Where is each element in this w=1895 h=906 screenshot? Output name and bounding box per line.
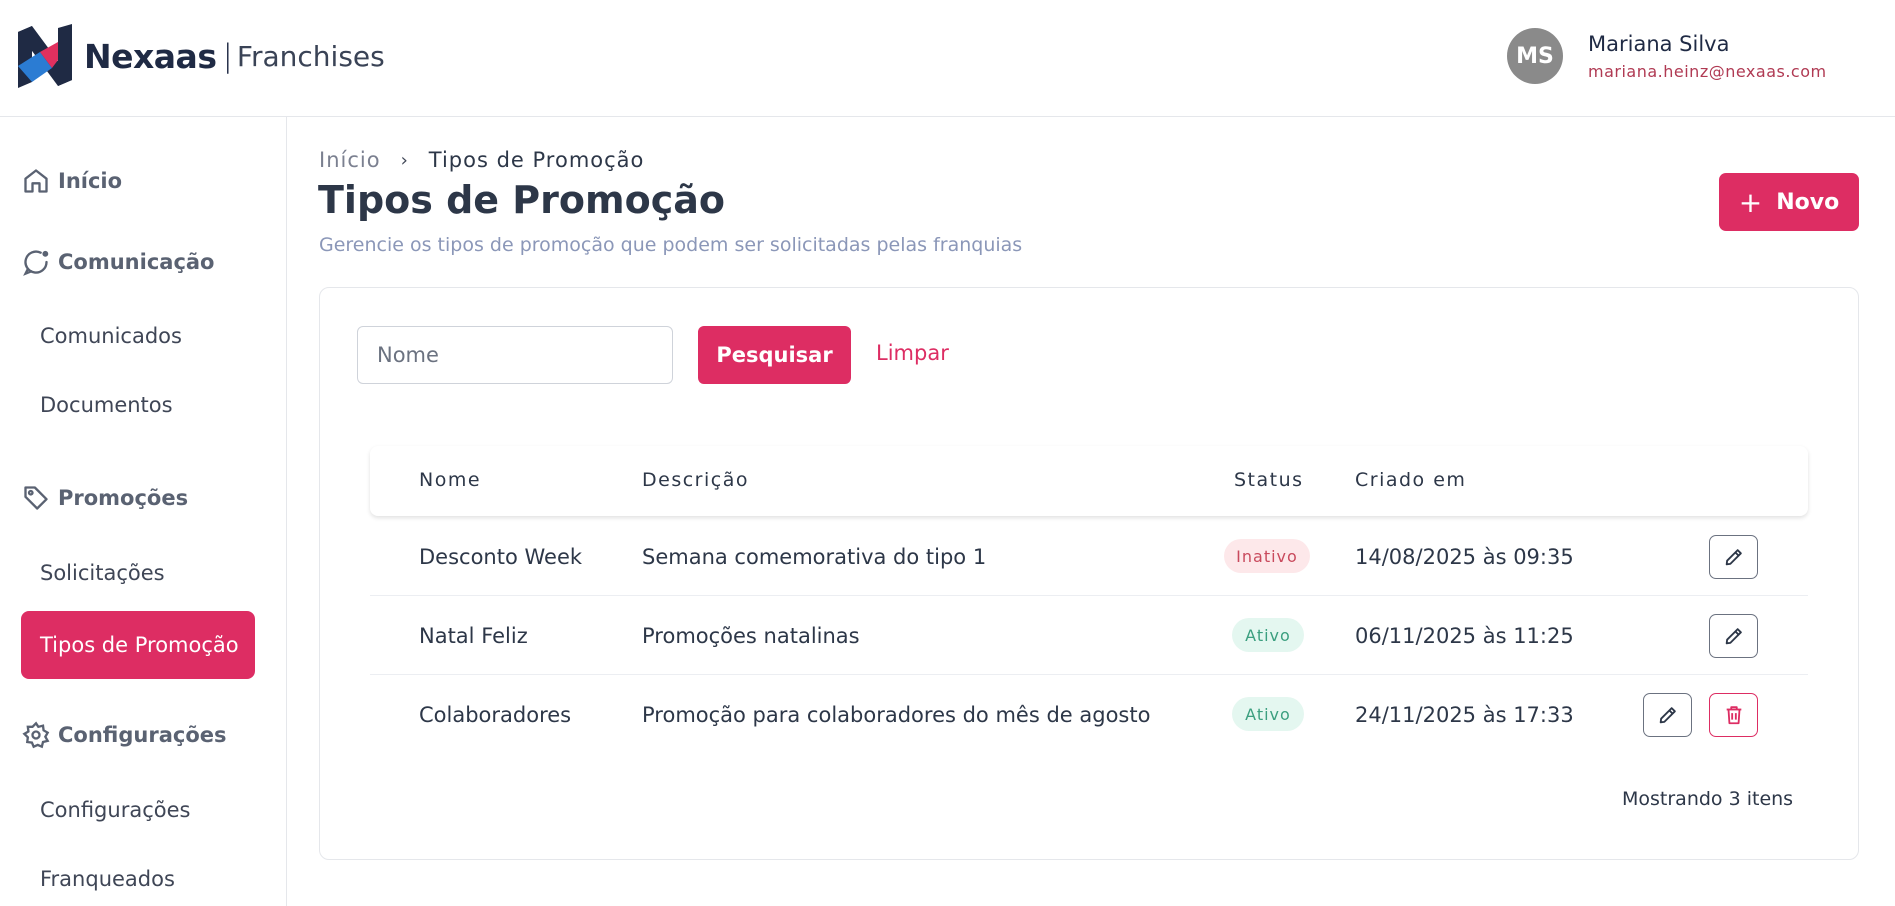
cell-created: 14/08/2025 às 09:35 (1355, 544, 1574, 569)
gear-icon (22, 721, 50, 749)
app-logo[interactable]: Nexaas | Franchises (14, 24, 385, 88)
home-icon (24, 169, 48, 193)
clear-link[interactable]: Limpar (876, 341, 949, 365)
cell-description: Semana comemorativa do tipo 1 (642, 544, 987, 569)
sidebar-group-label: Comunicação (58, 250, 215, 274)
delete-button[interactable] (1709, 693, 1758, 737)
sidebar: Início Comunicação Comunicados Documento… (0, 117, 287, 906)
table-row: Desconto Week Semana comemorativa do tip… (370, 517, 1808, 596)
cell-name: Colaboradores (419, 702, 572, 727)
sidebar-group-promocoes[interactable]: Promoções (22, 484, 188, 512)
edit-button[interactable] (1709, 614, 1758, 658)
new-button[interactable]: + Novo (1719, 173, 1859, 231)
sidebar-item-documentos[interactable]: Documentos (40, 393, 173, 417)
breadcrumb-home[interactable]: Início (319, 148, 381, 172)
brand-name: Nexaas (84, 36, 217, 76)
pencil-icon (1725, 549, 1742, 566)
chevron-right-icon: › (400, 149, 409, 171)
items-count: Mostrando 3 itens (1622, 788, 1794, 810)
trash-icon (1726, 706, 1741, 725)
sidebar-group-comunicacao[interactable]: Comunicação (22, 248, 215, 276)
tag-icon (24, 486, 48, 510)
sidebar-item-solicitacoes[interactable]: Solicitações (40, 561, 165, 585)
cell-name: Natal Feliz (419, 623, 528, 648)
user-menu[interactable]: MS Mariana Silva mariana.heinz@nexaas.co… (1507, 28, 1827, 84)
plus-icon: + (1738, 185, 1763, 219)
status-badge: Ativo (1232, 697, 1304, 731)
column-header-nome: Nome (419, 469, 482, 491)
page-subtitle: Gerencie os tipos de promoção que podem … (319, 234, 1023, 256)
column-header-descricao: Descrição (642, 469, 749, 491)
search-button[interactable]: Pesquisar (698, 326, 851, 384)
user-email: mariana.heinz@nexaas.com (1588, 61, 1827, 81)
cell-created: 06/11/2025 às 11:25 (1355, 623, 1574, 648)
sidebar-group-label: Configurações (58, 723, 227, 747)
nexaas-logo-icon (18, 24, 72, 88)
brand-subtitle: Franchises (236, 39, 385, 73)
brand-separator: | (222, 38, 233, 74)
sidebar-item-inicio[interactable]: Início (22, 167, 122, 195)
table-row: Natal Feliz Promoções natalinas Ativo 06… (370, 596, 1808, 675)
sidebar-item-comunicados[interactable]: Comunicados (40, 324, 182, 348)
column-header-criado-em: Criado em (1355, 469, 1467, 491)
sidebar-group-label: Promoções (58, 486, 189, 510)
sidebar-group-configuracoes[interactable]: Configurações (22, 721, 226, 749)
pencil-icon (1725, 628, 1742, 645)
chat-icon (23, 250, 49, 276)
user-info: Mariana Silva mariana.heinz@nexaas.com (1588, 32, 1827, 81)
user-name: Mariana Silva (1588, 31, 1730, 56)
pencil-icon (1659, 707, 1676, 724)
breadcrumb: Início › Tipos de Promoção (319, 148, 644, 172)
sidebar-item-configuracoes[interactable]: Configurações (40, 798, 190, 822)
cell-created: 24/11/2025 às 17:33 (1355, 702, 1574, 727)
page-title: Tipos de Promoção (318, 178, 725, 222)
table-row: Colaboradores Promoção para colaboradore… (370, 675, 1808, 754)
cell-description: Promoção para colaboradores do mês de ag… (642, 702, 1151, 727)
edit-button[interactable] (1709, 535, 1758, 579)
top-header: Nexaas | Franchises MS Mariana Silva mar… (0, 0, 1895, 117)
search-input[interactable] (357, 326, 673, 384)
avatar[interactable]: MS (1507, 28, 1563, 84)
column-header-status: Status (1234, 469, 1304, 491)
new-button-label: Novo (1776, 189, 1840, 215)
status-badge: Ativo (1232, 618, 1304, 652)
breadcrumb-current: Tipos de Promoção (428, 148, 645, 172)
cell-description: Promoções natalinas (642, 623, 860, 648)
cell-name: Desconto Week (419, 544, 583, 569)
table-header: Nome Descrição Status Criado em (370, 446, 1808, 516)
sidebar-item-tipos-de-promocao[interactable]: Tipos de Promoção (21, 611, 255, 679)
sidebar-item-franqueados[interactable]: Franqueados (40, 867, 175, 891)
edit-button[interactable] (1643, 693, 1692, 737)
status-badge: Inativo (1224, 539, 1310, 573)
sidebar-item-label: Início (58, 169, 123, 193)
